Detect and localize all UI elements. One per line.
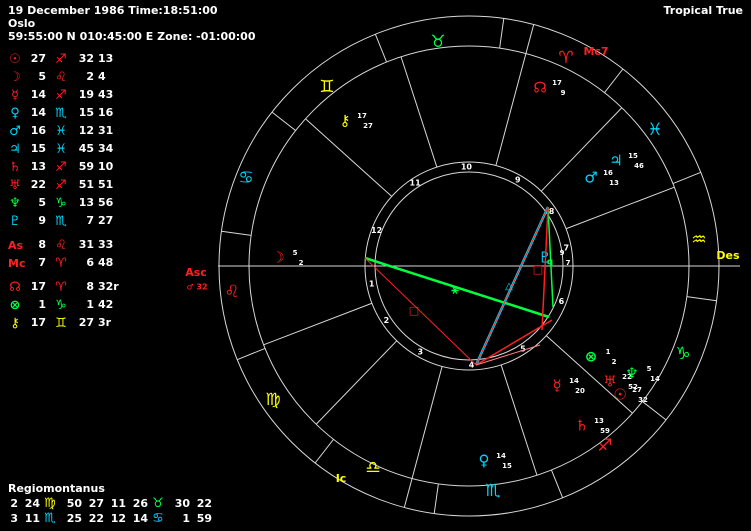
planet-minute: 7 xyxy=(566,259,571,267)
gemini-icon: ♊ xyxy=(319,77,334,97)
planet-degree: 17 xyxy=(357,112,367,120)
mercury-icon: ☿ xyxy=(552,377,561,395)
house-number-label: 2 xyxy=(384,316,390,325)
sign-boundary xyxy=(499,18,505,49)
venus-icon: ♀ xyxy=(479,452,490,470)
house-cusp-line xyxy=(263,302,373,346)
jupiter-icon: ♃ xyxy=(609,152,622,170)
libra-icon: ♎ xyxy=(365,458,380,478)
sun-icon: ☉ xyxy=(613,386,626,404)
descendant-label: Des xyxy=(716,249,740,262)
house-number-label: 10 xyxy=(461,163,473,172)
sign-boundary xyxy=(672,171,701,185)
pisces-icon: ♓ xyxy=(647,120,662,140)
planet-minute: 20 xyxy=(575,387,585,395)
quintile-aspect-icon: q xyxy=(547,258,553,268)
house-cusp-line xyxy=(315,340,398,425)
sign-boundary xyxy=(237,347,266,361)
house-number-label: 3 xyxy=(417,348,423,357)
chiron-icon: ⚷ xyxy=(340,112,351,130)
house-cusp-line xyxy=(500,364,538,476)
house-number-label: 9 xyxy=(515,175,521,184)
scorpio-icon: ♏ xyxy=(485,481,500,501)
aries-icon: ♈ xyxy=(558,48,573,68)
planet-degree: 14 xyxy=(496,452,506,460)
midheaven-label: Mc7 xyxy=(583,45,608,58)
planet-degree: 13 xyxy=(594,417,604,425)
planet-minute: 32 xyxy=(638,396,648,404)
sign-boundary xyxy=(374,34,388,63)
planet-degree: 5 xyxy=(647,365,652,373)
planet-minute: 46 xyxy=(634,162,644,170)
house-cusp-line xyxy=(400,56,438,168)
planet-minute: 13 xyxy=(609,179,619,187)
neptune-icon: ♆ xyxy=(625,365,638,383)
natal-chart-wheel: 123456789101112♉♊♋♌♍♎♏♐♑♒♓♈Asc♂ 32DesMc7… xyxy=(185,15,740,517)
house-number-label: 11 xyxy=(410,178,422,187)
planet-minute: 15 xyxy=(502,462,512,470)
trine-aspect-icon: △ xyxy=(505,281,513,292)
mars-icon: ♂ xyxy=(584,169,597,187)
sign-boundary xyxy=(604,68,624,93)
house-cusp-line xyxy=(305,118,393,197)
house-number-label: 12 xyxy=(371,226,382,235)
ascendant-sub-label: ♂ 32 xyxy=(186,283,207,292)
planet-degree: 1 xyxy=(606,348,611,356)
house-number-label: 4 xyxy=(469,360,475,369)
planet-degree: 9 xyxy=(560,249,565,257)
planet-minute: 14 xyxy=(650,375,660,383)
planet-degree: 27 xyxy=(632,386,642,394)
moon-icon: ☽ xyxy=(271,249,284,267)
ascendant-label: Asc xyxy=(185,266,207,279)
virgo-icon: ♍ xyxy=(265,390,280,410)
planet-minute: 59 xyxy=(600,427,610,435)
planet-minute: 27 xyxy=(363,122,373,130)
planet-degree: 15 xyxy=(628,152,638,160)
sagittarius-icon: ♐ xyxy=(597,436,612,456)
house-number-label: 6 xyxy=(559,297,565,306)
planet-degree: 17 xyxy=(552,79,562,87)
cancer-icon: ♋ xyxy=(238,168,253,188)
sign-boundary xyxy=(550,469,564,498)
sign-boundary xyxy=(221,230,252,236)
sign-boundary xyxy=(433,483,439,514)
angle-cusp-line xyxy=(495,24,535,166)
taurus-icon: ♉ xyxy=(430,32,445,52)
north-node-icon: ☊ xyxy=(533,79,546,97)
saturn-icon: ♄ xyxy=(575,417,588,435)
planet-minute: 2 xyxy=(612,358,617,366)
planet-degree: 16 xyxy=(603,169,613,177)
angle-cusp-line xyxy=(403,366,443,508)
sign-boundary xyxy=(642,401,667,421)
house-number-label: 8 xyxy=(549,207,555,216)
imum-coeli-label: Ic xyxy=(336,472,347,485)
house-cusp-line xyxy=(565,186,675,230)
part-of-fortune-icon: ⊗ xyxy=(585,348,598,366)
sign-boundary xyxy=(686,296,717,302)
aquarius-icon: ♒ xyxy=(691,230,706,250)
square-aspect-icon: □ xyxy=(533,263,543,276)
sign-boundary xyxy=(314,439,334,464)
planet-degree: 5 xyxy=(293,249,298,257)
planet-degree: 14 xyxy=(569,377,579,385)
sign-boundary xyxy=(271,111,296,131)
leo-icon: ♌ xyxy=(224,282,239,302)
capricorn-icon: ♑ xyxy=(675,344,690,364)
sextile-aspect-icon: ⚹ xyxy=(450,283,459,297)
square-aspect-icon: □ xyxy=(409,304,419,317)
planet-minute: 9 xyxy=(561,89,566,97)
house-number-label: 1 xyxy=(369,280,375,289)
house-number-label: 5 xyxy=(520,345,526,354)
planet-minute: 2 xyxy=(299,259,304,267)
